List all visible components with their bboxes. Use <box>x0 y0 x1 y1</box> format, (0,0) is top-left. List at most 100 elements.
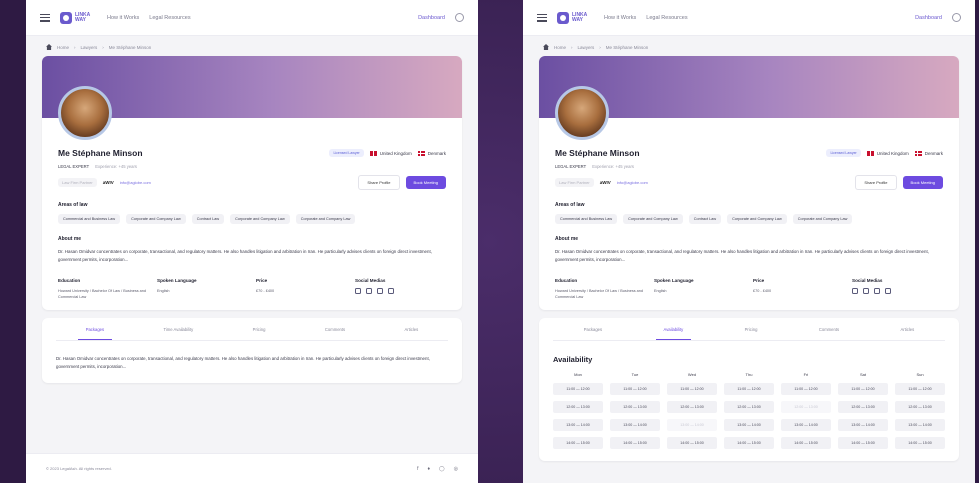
price-value: £70 - £400 <box>256 289 275 293</box>
time-slot[interactable]: 12:00 — 13:00 <box>781 401 831 413</box>
facebook-icon[interactable] <box>388 288 394 294</box>
home-icon[interactable] <box>46 44 52 50</box>
time-slot[interactable]: 14:00 — 15:00 <box>895 437 945 449</box>
breadcrumb-lawyers[interactable]: Lawyers <box>578 45 595 50</box>
time-slot[interactable]: 11:00 — 12:00 <box>838 383 888 395</box>
instagram-icon[interactable] <box>366 288 372 294</box>
tab-packages[interactable]: Packages <box>77 318 113 340</box>
github-icon[interactable]: ◯ <box>439 466 445 472</box>
time-slot[interactable]: 11:00 — 12:00 <box>553 383 603 395</box>
nav-link-legal-resources[interactable]: Legal Resources <box>646 15 687 21</box>
day-header: Tue <box>631 372 639 377</box>
time-slot[interactable]: 12:00 — 13:00 <box>667 401 717 413</box>
time-slot[interactable]: 13:00 — 14:00 <box>838 419 888 431</box>
time-slot[interactable]: 14:00 — 15:00 <box>667 437 717 449</box>
tab-availability[interactable]: Availability <box>655 318 692 340</box>
time-slot[interactable]: 13:00 — 14:00 <box>553 419 603 431</box>
time-slot[interactable]: 12:00 — 13:00 <box>838 401 888 413</box>
avatar <box>58 86 112 140</box>
tab-bar: Packages Availability Pricing Comments A… <box>553 318 945 341</box>
area-tag[interactable]: Corporate and Company Law <box>727 214 787 224</box>
logo-text: LINKA WAY <box>572 11 588 23</box>
user-icon[interactable] <box>455 13 464 22</box>
area-tag[interactable]: Corporate and Company Law <box>230 214 290 224</box>
country-dk: Denmark <box>417 150 446 156</box>
time-slot[interactable]: 14:00 — 15:00 <box>724 437 774 449</box>
facebook-icon[interactable] <box>885 288 891 294</box>
time-slot[interactable]: 13:00 — 14:00 <box>895 419 945 431</box>
time-slot[interactable]: 14:00 — 15:00 <box>610 437 660 449</box>
firm-email-link[interactable]: info@aglobe.com <box>120 180 151 185</box>
area-tag[interactable]: Corporate and Company Law <box>295 214 356 224</box>
breadcrumb-lawyers[interactable]: Lawyers <box>81 45 98 50</box>
twitter-icon[interactable]: ♦ <box>427 466 430 472</box>
time-slot[interactable]: 11:00 — 12:00 <box>667 383 717 395</box>
logo[interactable]: LINKA WAY <box>557 11 594 24</box>
area-tag[interactable]: Contract Law <box>688 214 722 224</box>
nav-link-how-it-works[interactable]: How it Works <box>107 15 139 21</box>
twitter-icon[interactable] <box>852 288 858 294</box>
areas-title: Areas of law <box>555 202 585 208</box>
time-slot[interactable]: 13:00 — 14:00 <box>610 419 660 431</box>
top-nav: LINKA WAY How it Works Legal Resources D… <box>523 0 975 36</box>
time-slot[interactable]: 13:00 — 14:00 <box>781 419 831 431</box>
linkedin-icon[interactable] <box>874 288 880 294</box>
logo[interactable]: LINKA WAY <box>60 11 97 24</box>
share-profile-button[interactable]: Share Profile <box>358 175 400 190</box>
time-slot[interactable]: 11:00 — 12:00 <box>724 383 774 395</box>
time-slot[interactable]: 14:00 — 15:00 <box>553 437 603 449</box>
tab-comments[interactable]: Comments <box>811 318 847 340</box>
areas-tags: Commercial and Business Law Corporate an… <box>58 214 446 224</box>
details-grid: Education Howard University / Bachelor Of… <box>58 278 446 300</box>
instagram-icon[interactable] <box>863 288 869 294</box>
breadcrumb-home[interactable]: Home <box>554 45 566 50</box>
twitter-icon[interactable] <box>355 288 361 294</box>
nav-link-legal-resources[interactable]: Legal Resources <box>149 15 190 21</box>
time-slot[interactable]: 11:00 — 12:00 <box>781 383 831 395</box>
tab-packages[interactable]: Packages <box>576 318 610 340</box>
tab-comments[interactable]: Comments <box>317 318 353 340</box>
area-tag[interactable]: Contract Law <box>191 214 225 224</box>
book-meeting-button[interactable]: Book Meeting <box>405 176 446 189</box>
time-slot[interactable]: 12:00 — 13:00 <box>553 401 603 413</box>
time-slot[interactable]: 13:00 — 14:00 <box>724 419 774 431</box>
area-tag[interactable]: Corporate and Company Law <box>792 214 853 224</box>
time-slot[interactable]: 11:00 — 12:00 <box>895 383 945 395</box>
time-slot[interactable]: 11:00 — 12:00 <box>610 383 660 395</box>
uk-flag-icon <box>866 150 874 156</box>
share-profile-button[interactable]: Share Profile <box>855 175 897 190</box>
time-slot[interactable]: 12:00 — 13:00 <box>610 401 660 413</box>
breadcrumb-home[interactable]: Home <box>57 45 69 50</box>
menu-icon[interactable] <box>537 13 547 22</box>
time-slot[interactable]: 13:00 — 14:00 <box>667 419 717 431</box>
dashboard-link[interactable]: Dashboard <box>915 15 942 21</box>
area-tag[interactable]: Corporate and Company Law <box>126 214 186 224</box>
area-tag[interactable]: Commercial and Business Law <box>58 214 121 224</box>
tab-articles[interactable]: Articles <box>893 318 923 340</box>
firm-chip: Law Firm Partner <box>58 178 97 187</box>
time-slot[interactable]: 14:00 — 15:00 <box>781 437 831 449</box>
breadcrumb-separator: › <box>74 44 76 50</box>
area-tag[interactable]: Corporate and Company Law <box>623 214 683 224</box>
tab-pricing[interactable]: Pricing <box>737 318 766 340</box>
book-meeting-button[interactable]: Book Meeting <box>902 176 943 189</box>
menu-icon[interactable] <box>40 13 50 22</box>
time-slot[interactable]: 14:00 — 15:00 <box>838 437 888 449</box>
profile-name: Me Stéphane Minson <box>555 148 640 158</box>
globe-icon[interactable]: ◎ <box>454 466 458 472</box>
firm-email-link[interactable]: info@aglobe.com <box>617 180 648 185</box>
breadcrumb-separator: › <box>571 44 573 50</box>
tab-pricing[interactable]: Pricing <box>245 318 274 340</box>
linkedin-icon[interactable] <box>377 288 383 294</box>
area-tag[interactable]: Commercial and Business Law <box>555 214 618 224</box>
user-icon[interactable] <box>952 13 961 22</box>
time-slot[interactable]: 12:00 — 13:00 <box>895 401 945 413</box>
tab-time-availability[interactable]: Time Availability <box>155 318 201 340</box>
areas-tags: Commercial and Business Law Corporate an… <box>555 214 943 224</box>
tab-articles[interactable]: Articles <box>397 318 427 340</box>
home-icon[interactable] <box>543 44 549 50</box>
nav-link-how-it-works[interactable]: How it Works <box>604 15 636 21</box>
time-slot[interactable]: 12:00 — 13:00 <box>724 401 774 413</box>
dashboard-link[interactable]: Dashboard <box>418 15 445 21</box>
facebook-icon[interactable]: f <box>417 466 418 472</box>
